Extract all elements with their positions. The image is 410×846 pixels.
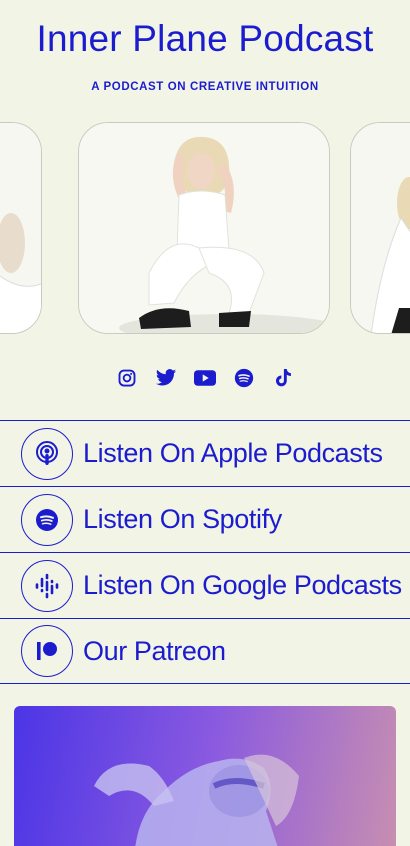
patreon-icon: [21, 625, 73, 677]
tiktok-icon[interactable]: [271, 366, 295, 390]
youtube-icon[interactable]: [193, 366, 217, 390]
carousel-image-right[interactable]: [350, 122, 410, 334]
google-podcasts-icon: [21, 559, 73, 612]
image-carousel[interactable]: [0, 122, 410, 336]
patreon-link[interactable]: Our Patreon: [0, 618, 410, 684]
spotify-icon: [21, 493, 73, 546]
apple-podcasts-label: Listen On Apple Podcasts: [83, 438, 383, 468]
apple-podcasts-icon: [21, 427, 73, 480]
google-podcasts-link[interactable]: Listen On Google Podcasts: [0, 552, 410, 618]
google-podcasts-label: Listen On Google Podcasts: [83, 570, 402, 600]
apple-podcasts-link[interactable]: Listen On Apple Podcasts: [0, 420, 410, 486]
page-subtitle: A PODCAST ON CREATIVE INTUITION: [91, 81, 319, 93]
social-icons: [0, 366, 410, 390]
spotify-label: Listen On Spotify: [83, 504, 282, 534]
carousel-image-left[interactable]: [0, 122, 42, 334]
carousel-image-center[interactable]: [78, 122, 330, 334]
instagram-icon[interactable]: [115, 366, 139, 390]
spotify-link[interactable]: Listen On Spotify: [0, 486, 410, 552]
spotify-icon[interactable]: [232, 366, 256, 390]
podcast-links: Listen On Apple Podcasts Listen On Spoti…: [0, 420, 410, 684]
patreon-label: Our Patreon: [83, 635, 226, 666]
page-title: Inner Plane Podcast: [36, 18, 374, 59]
twitter-icon[interactable]: [154, 366, 178, 390]
link-page: Inner Plane Podcast A PODCAST ON CREATIV…: [0, 0, 410, 846]
featured-image: [14, 706, 396, 846]
